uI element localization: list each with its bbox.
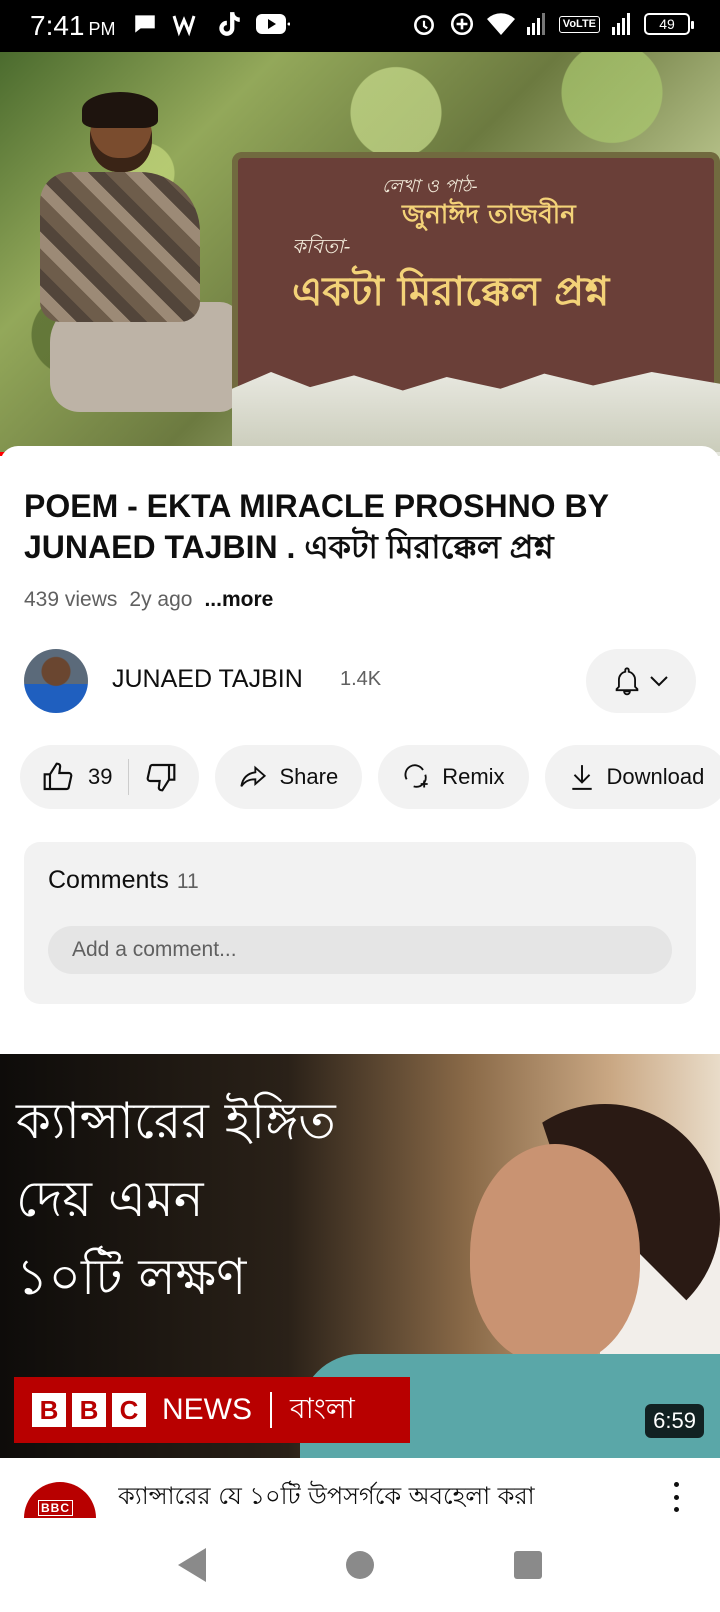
face-shape xyxy=(470,1144,640,1364)
like-count: 39 xyxy=(88,764,113,789)
system-icons: VoLTE 49 xyxy=(411,11,694,37)
video-player[interactable]: লেখা ও পাঠ- জুনাঈদ তাজবীন কবিতা- একটা মি… xyxy=(0,52,720,456)
battery-icon: 49 xyxy=(644,13,694,35)
download-icon xyxy=(571,765,592,790)
view-count: 439 views xyxy=(24,588,118,611)
remix-label: Remix xyxy=(442,764,505,789)
download-label: Download xyxy=(606,764,705,789)
comments-count: 11 xyxy=(176,870,199,893)
share-button[interactable]: Share xyxy=(215,745,363,809)
thumb-text-line2: দেয় এমন xyxy=(16,1170,204,1228)
wifi-icon xyxy=(486,13,515,36)
comments-header: Comments 11 xyxy=(48,866,199,895)
bbc-bangla-label: বাংলা xyxy=(290,1391,355,1425)
next-video-title[interactable]: ক্যান্সারের যে ১০টি উপসর্গকে অবহেলা করা xyxy=(118,1478,638,1518)
poem-title-board: লেখা ও পাঠ- জুনাঈদ তাজবীন কবিতা- একটা মি… xyxy=(232,152,720,412)
share-label: Share xyxy=(279,764,339,789)
thumb-text-line1: ক্যান্সারের ইঙ্গিত xyxy=(16,1092,336,1150)
channel-avatar[interactable] xyxy=(24,649,88,713)
bbc-logo-b1: B xyxy=(32,1393,66,1427)
like-button[interactable]: 39 xyxy=(42,759,130,795)
notification-bell-button[interactable] xyxy=(586,649,696,713)
video-title[interactable]: POEM - EKTA MIRACLE PROSHNO BY JUNAED TA… xyxy=(24,486,684,568)
chat-bubble-icon xyxy=(135,15,155,33)
video-duration-badge: 6:59 xyxy=(645,1404,704,1438)
more-link[interactable]: ...more xyxy=(204,588,273,612)
upload-age: 2y ago xyxy=(129,588,193,611)
like-dislike-button[interactable]: 39 xyxy=(20,745,200,809)
home-icon[interactable] xyxy=(346,1551,374,1579)
bbc-logo-c: C xyxy=(112,1393,146,1427)
bell-icon xyxy=(615,667,639,696)
notification-icons xyxy=(132,10,290,38)
action-bar: 39 Share Remix Download xyxy=(20,745,720,809)
recents-icon[interactable] xyxy=(514,1551,542,1579)
poet-figure xyxy=(10,92,240,456)
thumb-text-line3: ১০টি লক্ষণ xyxy=(16,1248,247,1306)
tiktok-icon xyxy=(219,12,240,36)
more-options-icon[interactable] xyxy=(664,1482,688,1512)
board-author: জুনাঈদ তাজবীন xyxy=(402,200,576,230)
bbc-news-label: NEWS xyxy=(162,1393,252,1426)
status-bar: 7:41 PM VoLTE 49 xyxy=(0,0,720,52)
chevron-down-icon xyxy=(650,676,668,687)
download-button[interactable]: Download xyxy=(544,745,720,809)
signal-icon-2 xyxy=(612,13,630,35)
next-video-thumbnail[interactable]: ক্যান্সারের ইঙ্গিত দেয় এমন ১০টি লক্ষণ B… xyxy=(0,1054,720,1458)
app-logo-icon xyxy=(172,15,196,37)
subscriber-count: 1.4K xyxy=(340,668,382,690)
system-navigation-bar xyxy=(0,1518,720,1612)
bbc-logo-b2: B xyxy=(72,1393,106,1427)
youtube-icon xyxy=(256,14,290,34)
status-time: 7:41 PM xyxy=(30,10,116,41)
comments-label: Comments xyxy=(48,866,169,894)
thumbs-up-icon xyxy=(43,762,73,791)
channel-row[interactable]: JUNAED TAJBIN 1.4K xyxy=(24,649,696,713)
banner-divider xyxy=(270,1392,272,1428)
bbc-avatar-logo: BBC xyxy=(38,1500,73,1516)
board-poem-title: একটা মিরাক্কেল প্রশ্ন xyxy=(292,268,610,315)
remix-icon xyxy=(404,764,428,788)
back-icon[interactable] xyxy=(178,1548,206,1582)
remix-button[interactable]: Remix xyxy=(378,745,529,809)
channel-name[interactable]: JUNAED TAJBIN xyxy=(112,665,303,694)
thumbs-down-icon xyxy=(147,763,176,792)
bbc-news-bangla-banner: B B C NEWS বাংলা xyxy=(14,1377,410,1443)
alarm-icon xyxy=(413,15,434,36)
add-comment-input[interactable] xyxy=(48,926,672,974)
video-meta[interactable]: 439 views 2y ago ...more xyxy=(24,588,273,612)
dislike-button[interactable] xyxy=(129,761,177,793)
volte-badge: VoLTE xyxy=(558,15,600,33)
share-icon xyxy=(240,765,267,787)
comments-section[interactable]: Comments 11 xyxy=(24,842,696,1004)
data-saver-icon xyxy=(450,12,473,36)
signal-icon-1 xyxy=(526,13,545,35)
